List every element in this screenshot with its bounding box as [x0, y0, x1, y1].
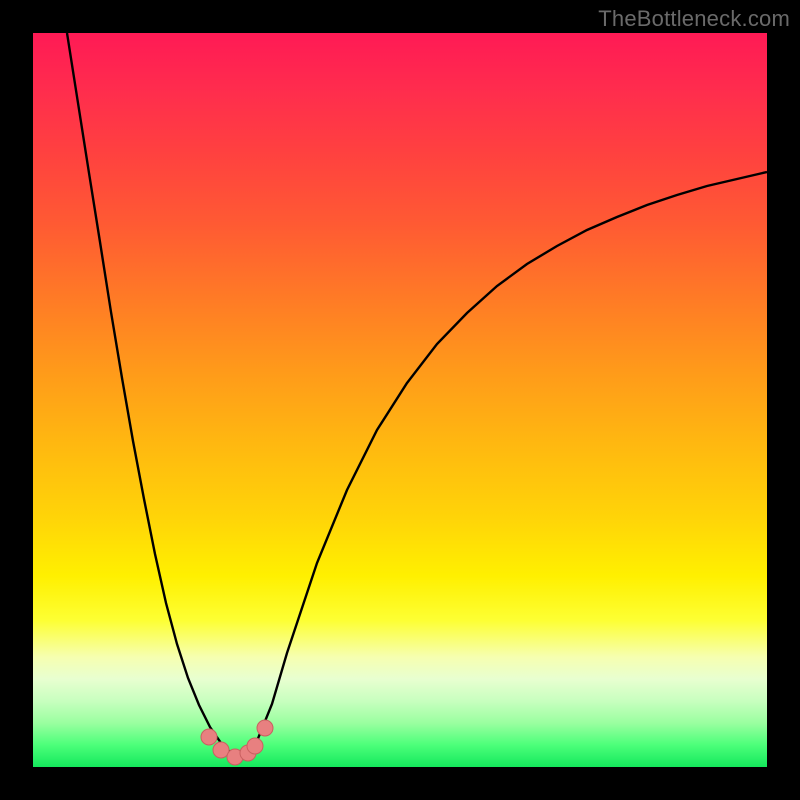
curve-left-branch	[67, 33, 239, 757]
chart-frame: TheBottleneck.com	[0, 0, 800, 800]
marker-dot	[247, 738, 263, 754]
marker-dot	[257, 720, 273, 736]
valley-markers	[201, 720, 273, 765]
marker-dot	[201, 729, 217, 745]
watermark-text: TheBottleneck.com	[598, 6, 790, 32]
chart-plot-area	[33, 33, 767, 767]
marker-dot	[213, 742, 229, 758]
chart-svg	[33, 33, 767, 767]
curve-right-branch	[239, 172, 767, 757]
